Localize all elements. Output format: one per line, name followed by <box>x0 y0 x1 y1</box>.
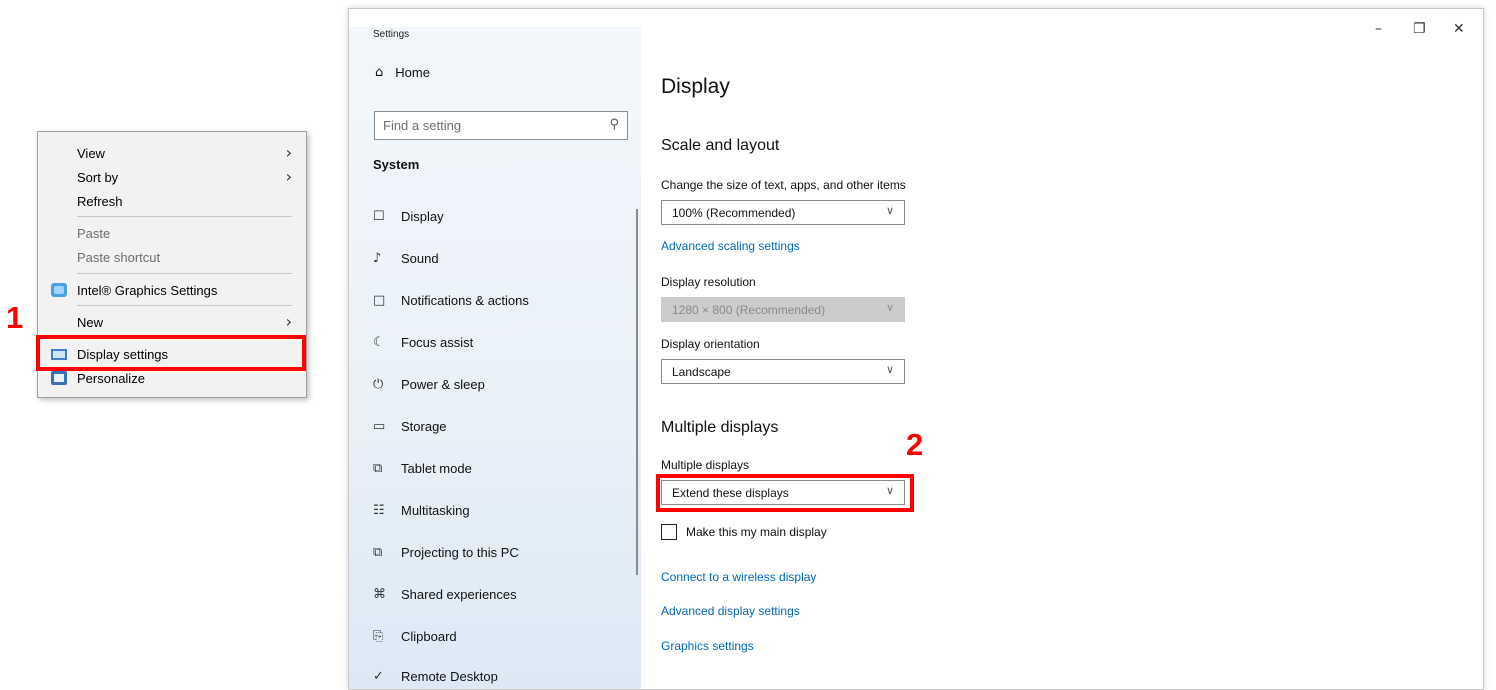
settings-window: Settings – ❐ ✕ ⌂ Home Find a setting ⚲ S… <box>348 8 1484 690</box>
multiple-displays-heading: Multiple displays <box>661 419 779 436</box>
menu-item-label: View <box>77 145 105 161</box>
menu-item-new[interactable]: New › <box>38 311 306 333</box>
sidebar-scrollbar[interactable] <box>636 209 638 575</box>
monitor-icon: ☐ <box>373 209 385 224</box>
chevron-down-icon: ∨ <box>885 301 894 314</box>
scale-dropdown-value: 100% (Recommended) <box>672 205 796 220</box>
page-title: Display <box>661 75 730 98</box>
sidebar-item-label: Remote Desktop <box>401 669 498 684</box>
menu-item-refresh[interactable]: Refresh <box>38 190 306 212</box>
sidebar-item-display[interactable]: ☐ Display <box>373 209 444 224</box>
menu-item-paste-shortcut: Paste shortcut <box>38 246 306 268</box>
speaker-icon: ♪ <box>373 251 382 266</box>
resolution-label: Display resolution <box>661 275 756 289</box>
sidebar-item-label: Shared experiences <box>401 587 517 602</box>
sidebar-item-remote-desktop[interactable]: ✓ Remote Desktop <box>373 669 498 684</box>
sidebar-item-storage[interactable]: ▭ Storage <box>373 419 447 434</box>
graphics-settings-link[interactable]: Graphics settings <box>661 639 754 653</box>
highlight-box-step1 <box>36 335 306 371</box>
main-display-checkbox-label: Make this my main display <box>686 525 827 539</box>
multitask-icon: ☷ <box>373 503 385 518</box>
search-icon: ⚲ <box>609 117 619 132</box>
chevron-right-icon: › <box>285 312 292 331</box>
sidebar-home[interactable]: ⌂ Home <box>375 65 430 80</box>
tablet-icon: ⧉ <box>373 461 383 476</box>
resolution-dropdown[interactable]: 1280 × 800 (Recommended) ∨ <box>661 297 905 322</box>
sidebar-item-projecting[interactable]: ⧉ Projecting to this PC <box>373 545 519 560</box>
chevron-right-icon: › <box>285 143 292 162</box>
remote-icon: ✓ <box>373 669 384 684</box>
sidebar-item-label: Multitasking <box>401 503 470 518</box>
advanced-display-link[interactable]: Advanced display settings <box>661 604 800 618</box>
drive-icon: ▭ <box>373 419 386 434</box>
chevron-right-icon: › <box>285 167 292 186</box>
sidebar-home-label: Home <box>395 65 430 80</box>
sidebar-item-label: Focus assist <box>401 335 474 350</box>
scale-layout-heading: Scale and layout <box>661 137 780 154</box>
orientation-dropdown-value: Landscape <box>672 364 731 379</box>
project-icon: ⧉ <box>373 545 383 560</box>
find-setting-input[interactable]: Find a setting ⚲ <box>374 111 628 140</box>
sidebar-section-system: System <box>373 157 420 172</box>
window-title: Settings <box>373 29 410 40</box>
main-display-checkbox[interactable]: Make this my main display <box>661 524 827 540</box>
menu-separator <box>77 216 292 217</box>
sidebar-item-label: Notifications & actions <box>401 293 529 308</box>
sidebar-item-notifications[interactable]: □ Notifications & actions <box>373 293 529 308</box>
advanced-scaling-link[interactable]: Advanced scaling settings <box>661 239 800 253</box>
display-settings-page: Display Scale and layout Change the size… <box>661 9 1461 689</box>
menu-item-label: Intel® Graphics Settings <box>77 282 218 298</box>
sidebar-item-label: Projecting to this PC <box>401 545 519 560</box>
chevron-down-icon: ∨ <box>885 363 894 376</box>
message-icon: □ <box>373 293 386 308</box>
sidebar-item-label: Power & sleep <box>401 377 485 392</box>
menu-item-view[interactable]: View › <box>38 142 306 164</box>
menu-item-label: Paste <box>77 225 111 241</box>
menu-separator <box>77 305 292 306</box>
clipboard-icon: ⎘ <box>373 629 384 644</box>
menu-item-label: Personalize <box>77 370 145 386</box>
highlight-box-step2 <box>656 474 914 512</box>
sidebar-item-label: Storage <box>401 419 447 434</box>
sidebar-item-focus-assist[interactable]: ☾ Focus assist <box>373 335 473 350</box>
menu-item-label: Sort by <box>77 169 119 185</box>
sidebar-item-sound[interactable]: ♪ Sound <box>373 251 439 266</box>
sidebar-item-power-sleep[interactable]: ⏻ Power & sleep <box>373 377 485 392</box>
menu-item-label: Paste shortcut <box>77 249 161 265</box>
menu-item-intel-graphics[interactable]: Intel® Graphics Settings <box>38 279 306 301</box>
orientation-label: Display orientation <box>661 337 760 351</box>
resolution-dropdown-value: 1280 × 800 (Recommended) <box>672 302 826 317</box>
moon-icon: ☾ <box>373 335 385 350</box>
sidebar-item-label: Tablet mode <box>401 461 472 476</box>
sidebar-item-shared-experiences[interactable]: ⌘ Shared experiences <box>373 587 517 602</box>
multiple-displays-label: Multiple displays <box>661 458 750 472</box>
chevron-down-icon: ∨ <box>885 204 894 217</box>
sidebar-item-label: Clipboard <box>401 629 457 644</box>
share-icon: ⌘ <box>373 587 386 602</box>
sidebar-item-multitasking[interactable]: ☷ Multitasking <box>373 503 470 518</box>
home-icon: ⌂ <box>375 65 384 80</box>
personalize-icon <box>51 371 67 385</box>
step-number-2: 2 <box>906 427 924 462</box>
sidebar-item-label: Display <box>401 209 444 224</box>
menu-item-label: New <box>77 314 104 330</box>
sidebar-item-label: Sound <box>401 251 439 266</box>
menu-item-paste: Paste <box>38 222 306 244</box>
scale-dropdown[interactable]: 100% (Recommended) ∨ <box>661 200 905 225</box>
orientation-dropdown[interactable]: Landscape ∨ <box>661 359 905 384</box>
wireless-display-link[interactable]: Connect to a wireless display <box>661 570 816 584</box>
scale-label: Change the size of text, apps, and other… <box>661 178 906 192</box>
sidebar-item-clipboard[interactable]: ⎘ Clipboard <box>373 629 457 644</box>
checkbox-box[interactable] <box>661 524 677 540</box>
power-icon: ⏻ <box>373 377 384 392</box>
step-number-1: 1 <box>6 300 24 335</box>
sidebar-item-tablet-mode[interactable]: ⧉ Tablet mode <box>373 461 472 476</box>
menu-separator <box>77 273 292 274</box>
search-placeholder: Find a setting <box>383 118 462 133</box>
menu-item-label: Refresh <box>77 193 123 209</box>
intel-graphics-icon <box>51 283 67 297</box>
menu-item-sort-by[interactable]: Sort by › <box>38 166 306 188</box>
